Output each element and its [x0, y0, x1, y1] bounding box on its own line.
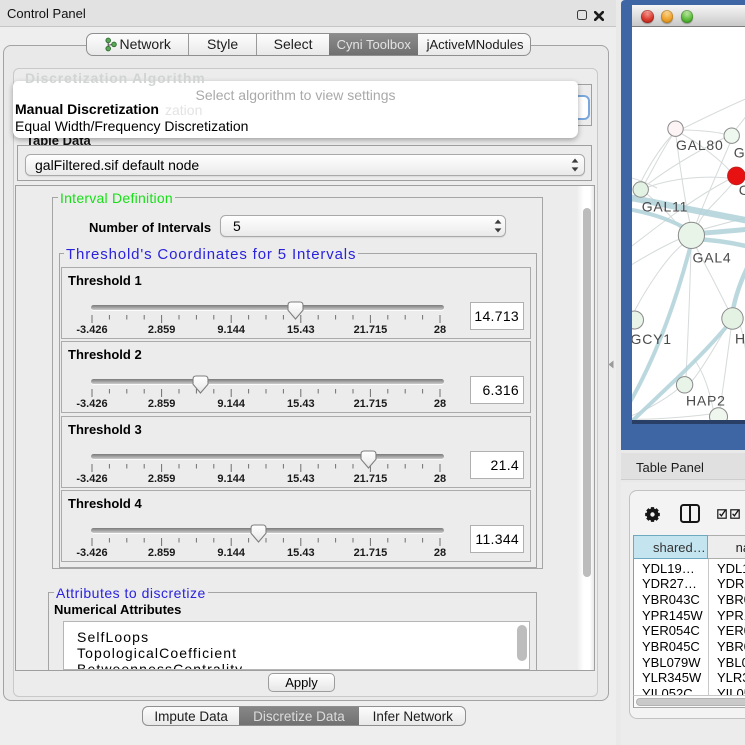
svg-text:HA: HA — [735, 331, 745, 347]
svg-text:GCY1: GCY1 — [632, 331, 672, 347]
svg-text:CR: CR — [739, 182, 745, 198]
svg-text:GAL4: GAL4 — [693, 250, 732, 266]
svg-text:GAL80: GAL80 — [676, 137, 724, 153]
svg-text:GAL11: GAL11 — [642, 199, 689, 215]
svg-text:HAP2: HAP2 — [686, 393, 726, 409]
svg-text:GA: GA — [734, 145, 745, 161]
